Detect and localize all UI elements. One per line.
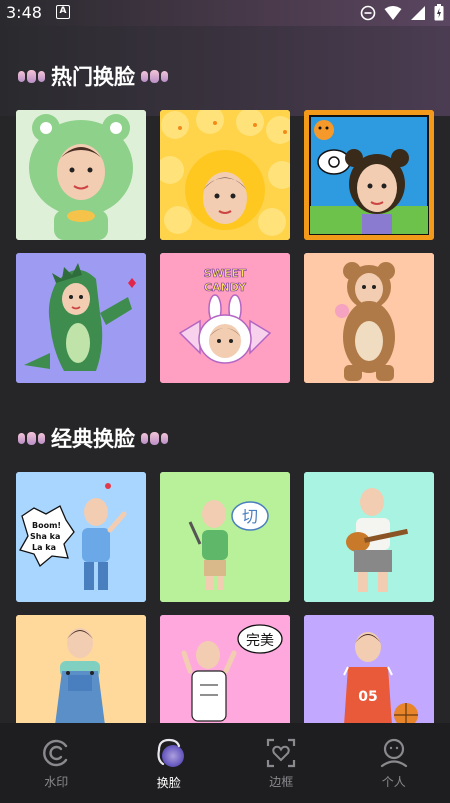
svg-text:05: 05 — [358, 689, 377, 705]
svg-text:CANDY: CANDY — [204, 281, 247, 294]
bear-costume-illustration — [304, 253, 434, 383]
classic-template-grid: Boom! Sha ka La ka 切 完美 05 — [16, 472, 434, 745]
template-card-dinosaur[interactable] — [16, 253, 146, 383]
template-card-duck-hood[interactable] — [160, 110, 290, 240]
nav-item-profile[interactable]: 个人 — [354, 737, 434, 790]
template-card-bear-costume[interactable] — [304, 253, 434, 383]
battery-icon — [434, 4, 444, 21]
section-title-classic: 经典换脸 — [18, 423, 168, 453]
status-bar: 3:48 A — [0, 0, 450, 26]
dinosaur-costume-illustration — [16, 253, 146, 383]
template-card-guitar[interactable] — [304, 472, 434, 602]
nav-label-profile: 个人 — [381, 774, 406, 789]
duck-hood-illustration — [160, 110, 290, 240]
nav-item-face-swap[interactable]: 换脸 — [129, 736, 209, 791]
pill-decoration-icon — [18, 431, 45, 445]
svg-text:SWEET: SWEET — [204, 267, 247, 280]
notification-a-icon: A — [56, 5, 70, 19]
pill-decoration-icon — [141, 69, 168, 83]
profile-icon — [380, 738, 407, 767]
status-time: 3:48 — [6, 3, 42, 22]
hot-template-grid: SWEET CANDY — [16, 110, 434, 383]
template-card-bear-comic[interactable] — [304, 110, 434, 240]
svg-text:La ka: La ka — [32, 543, 56, 552]
bear-comic-illustration — [304, 110, 434, 240]
pill-decoration-icon — [141, 431, 168, 445]
watermark-icon — [43, 739, 68, 766]
boom-shakalaka-illustration: Boom! Sha ka La ka — [16, 472, 146, 602]
nav-item-frame[interactable]: 边框 — [241, 737, 321, 790]
section-title-hot: 热门换脸 — [18, 61, 168, 91]
guitar-illustration — [304, 472, 434, 602]
pill-decoration-icon — [18, 69, 45, 83]
template-card-boom-shakalaka[interactable]: Boom! Sha ka La ka — [16, 472, 146, 602]
nav-label-face-swap: 换脸 — [156, 775, 181, 790]
nav-label-watermark: 水印 — [44, 774, 69, 789]
template-card-candy-bunny[interactable]: SWEET CANDY — [160, 253, 290, 383]
wifi-icon — [384, 5, 402, 20]
template-card-cut[interactable]: 切 — [160, 472, 290, 602]
frame-heart-icon — [267, 738, 296, 767]
nav-item-watermark[interactable]: 水印 — [16, 737, 96, 790]
svg-text:Boom!: Boom! — [32, 521, 61, 530]
do-not-disturb-icon — [360, 5, 376, 20]
face-swap-icon — [157, 738, 184, 767]
signal-icon — [411, 5, 425, 20]
frog-hood-illustration — [16, 110, 146, 240]
svg-text:Sha ka: Sha ka — [30, 532, 60, 541]
template-card-frog-hood[interactable] — [16, 110, 146, 240]
svg-text:切: 切 — [242, 507, 258, 526]
candy-bunny-illustration: SWEET CANDY — [160, 253, 290, 383]
nav-label-frame: 边框 — [269, 774, 294, 789]
bottom-navigation: 水印 换脸 边框 个人 — [0, 723, 450, 803]
svg-text:完美: 完美 — [246, 633, 274, 649]
cut-sticker-illustration: 切 — [160, 472, 290, 602]
